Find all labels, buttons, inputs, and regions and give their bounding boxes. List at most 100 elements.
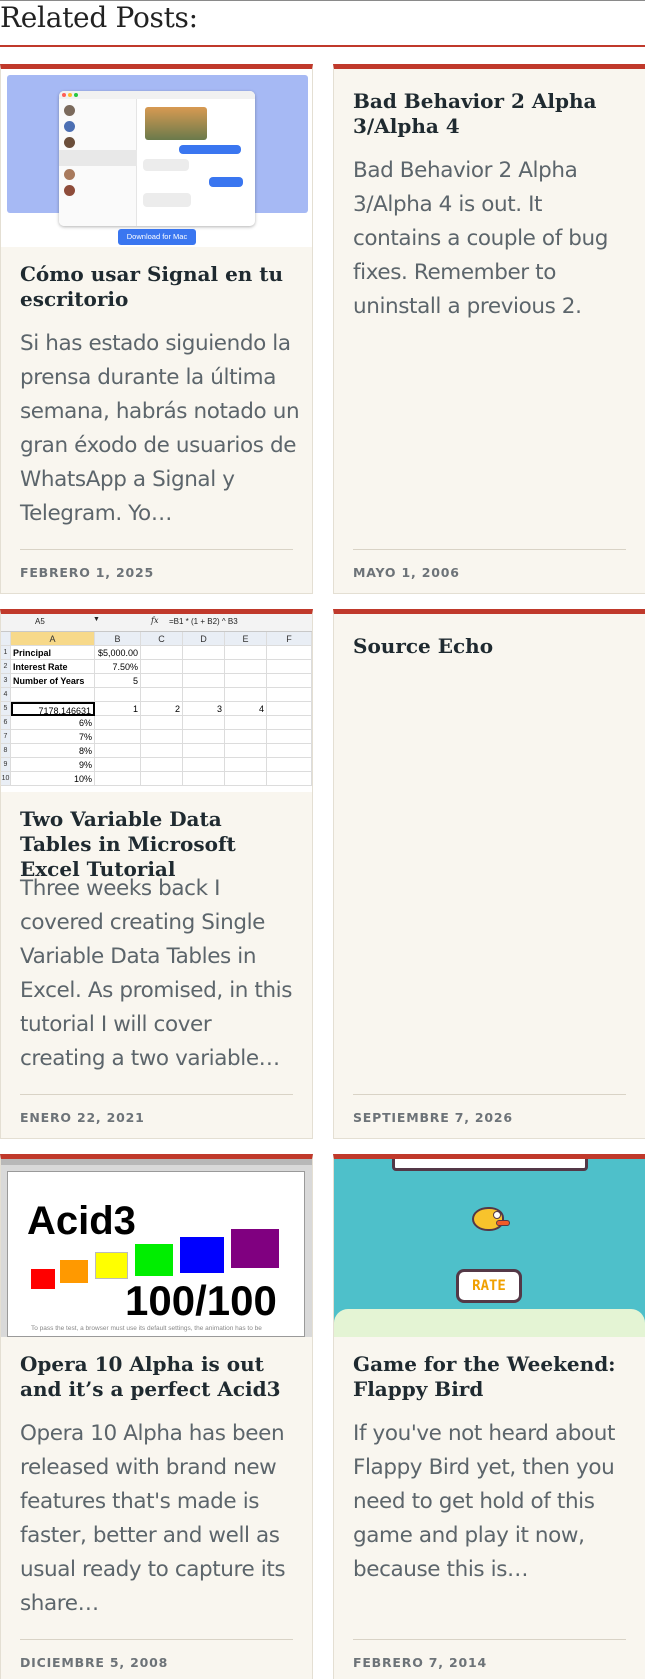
post-date: SEPTIEMBRE 7, 2026 [353, 1110, 513, 1125]
excel-cell [141, 688, 183, 702]
excel-cell: 7178.146631 [11, 702, 95, 716]
excel-cell [141, 730, 183, 744]
excel-cell [225, 758, 267, 772]
excel-cell [141, 660, 183, 674]
post-excerpt: Bad Behavior 2 Alpha 3/Alpha 4 is out. I… [353, 158, 609, 319]
excel-cell [183, 660, 225, 674]
excel-cell: Principal [11, 646, 95, 660]
excel-cell [95, 688, 141, 702]
excel-cell [267, 674, 312, 688]
divider [353, 1639, 626, 1640]
excel-cell [183, 674, 225, 688]
post-date: FEBRERO 1, 2025 [20, 565, 154, 580]
post-card[interactable]: A5 ▼ fx =B1 * (1 + B2) ^ B3 A B C D E F 1 Princ… [0, 609, 313, 1139]
name-box: A5 [35, 617, 45, 626]
divider [353, 1094, 626, 1095]
rate-button: RATE [456, 1269, 522, 1303]
excel-cell [267, 716, 312, 730]
excel-cell [141, 646, 183, 660]
post-card[interactable]: Download for Mac Cómo usar Signal en tu … [0, 64, 313, 594]
post-title[interactable]: Cómo usar Signal en tu escritorio [20, 262, 298, 312]
excel-cell [225, 716, 267, 730]
excel-row-header: 1 [1, 646, 11, 660]
acid-square [60, 1260, 88, 1283]
excel-cell [225, 688, 267, 702]
acid3-label: Acid3 [27, 1199, 136, 1243]
acid-score: 100/100 [125, 1277, 277, 1324]
post-thumbnail[interactable]: RATE [334, 1159, 645, 1337]
post-thumbnail[interactable]: Acid3 100/100 To pass the test, a browse… [1, 1159, 312, 1337]
post-card[interactable]: Acid3 100/100 To pass the test, a browse… [0, 1154, 313, 1679]
clouds [334, 1309, 645, 1337]
excel-cell: 6% [11, 716, 95, 730]
post-card[interactable]: Source Echo SEPTIEMBRE 7, 2026 [333, 609, 645, 1139]
excel-cell [183, 758, 225, 772]
excel-cell [267, 730, 312, 744]
post-title[interactable]: Bad Behavior 2 Alpha 3/Alpha 4 [353, 89, 631, 139]
excel-cell: 7% [11, 730, 95, 744]
excel-cell: 4 [225, 702, 267, 716]
excel-column-header: E [225, 632, 267, 646]
post-card[interactable]: Bad Behavior 2 Alpha 3/Alpha 4 Bad Behav… [333, 64, 645, 594]
post-excerpt: Opera 10 Alpha has been released with br… [20, 1421, 286, 1616]
excel-cell [225, 660, 267, 674]
acid-footnote: To pass the test, a browser must use its… [31, 1325, 262, 1332]
divider [353, 549, 626, 550]
excel-column-header: C [141, 632, 183, 646]
post-date: MAYO 1, 2006 [353, 565, 460, 580]
divider [20, 1094, 293, 1095]
excel-cell: 8% [11, 744, 95, 758]
excel-cell: 10% [11, 772, 95, 786]
divider [20, 549, 293, 550]
excel-cell: 3 [183, 702, 225, 716]
excel-row-header: 6 [1, 716, 11, 730]
divider [20, 1639, 293, 1640]
signal-app-window [59, 91, 255, 226]
excel-column-header: D [183, 632, 225, 646]
excel-row-header: 8 [1, 744, 11, 758]
excel-row-header: 10 [1, 772, 11, 786]
excel-grid: A B C D E F 1 Principal $5,000.00 2 Interest Rate 7… [1, 632, 312, 792]
post-card[interactable]: RATE Game for the Weekend: Flappy Bird I… [333, 1154, 645, 1679]
related-posts-header: Related Posts: [0, 0, 645, 47]
excel-cell: 1 [95, 702, 141, 716]
excel-cell [267, 702, 312, 716]
post-excerpt: Three weeks back I covered creating Sing… [20, 876, 293, 1071]
post-title[interactable]: Opera 10 Alpha is out and it’s a perfect… [20, 1352, 298, 1402]
post-thumbnail[interactable]: Download for Mac [1, 69, 312, 247]
post-title[interactable]: Game for the Weekend: Flappy Bird [353, 1352, 631, 1402]
excel-row-header: 2 [1, 660, 11, 674]
excel-cell [267, 744, 312, 758]
excel-cell [141, 674, 183, 688]
post-thumbnail[interactable]: A5 ▼ fx =B1 * (1 + B2) ^ B3 A B C D E F 1 Princ… [1, 614, 312, 792]
excel-corner [1, 632, 11, 646]
excel-cell [183, 716, 225, 730]
excel-cell: $5,000.00 [95, 646, 141, 660]
excel-row-header: 5 [1, 702, 11, 716]
post-title[interactable]: Source Echo [353, 634, 631, 659]
excel-cell [183, 730, 225, 744]
flappy-logo [392, 1159, 588, 1171]
excel-cell [95, 758, 141, 772]
bird-icon [472, 1207, 504, 1231]
acid-square [231, 1229, 279, 1268]
excel-column-header: B [95, 632, 141, 646]
excel-cell [95, 772, 141, 786]
excel-column-header: A [11, 632, 95, 646]
acid-square [135, 1244, 173, 1276]
excel-cell: Interest Rate [11, 660, 95, 674]
excel-cell [95, 744, 141, 758]
excel-cell: 5 [95, 674, 141, 688]
post-title[interactable]: Two Variable Data Tables in Microsoft Ex… [20, 807, 298, 882]
excel-row-header: 3 [1, 674, 11, 688]
excel-cell: 9% [11, 758, 95, 772]
function-icon: fx [151, 616, 159, 625]
excel-cell [267, 772, 312, 786]
excel-cell [225, 730, 267, 744]
acid-square [95, 1252, 128, 1279]
excel-cell [267, 660, 312, 674]
excel-cell [95, 730, 141, 744]
excel-cell: 7.50% [95, 660, 141, 674]
excel-cell [183, 772, 225, 786]
excel-cell [225, 646, 267, 660]
